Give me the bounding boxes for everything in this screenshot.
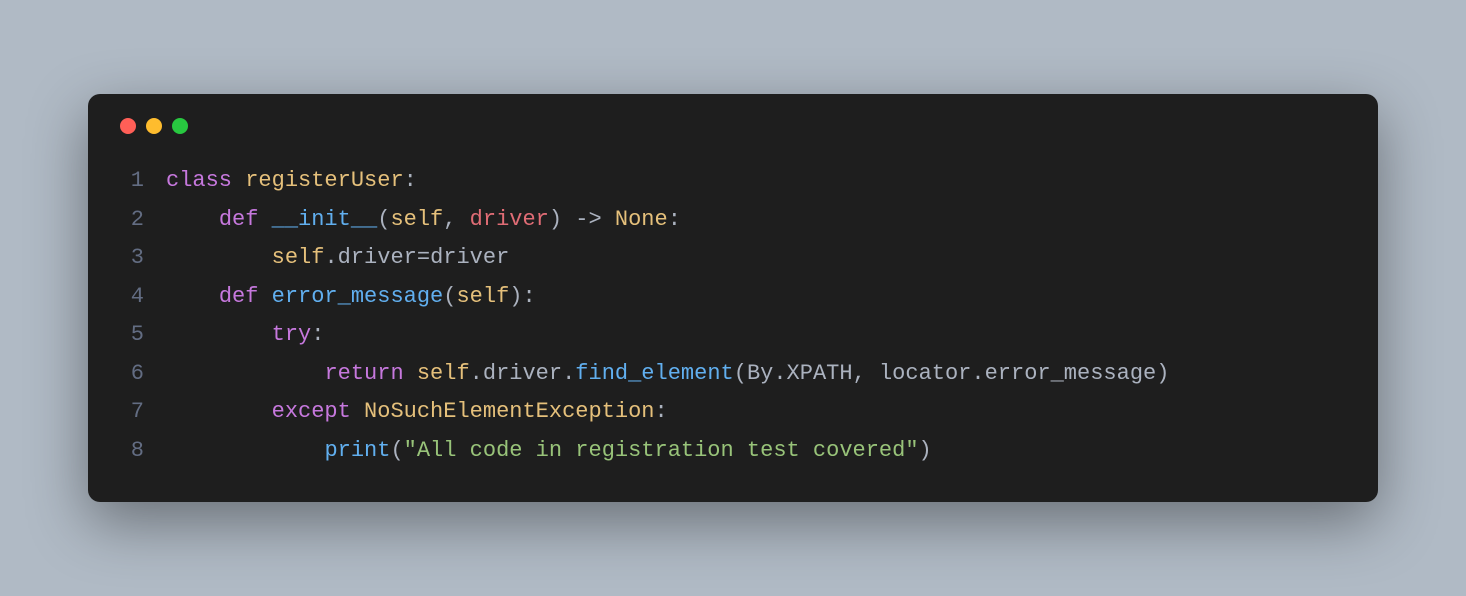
line-number: 4 — [116, 278, 144, 317]
line-number: 3 — [116, 239, 144, 278]
keyword: def — [219, 278, 259, 317]
code-line: 4 def error_message(self): — [116, 278, 1350, 317]
line-number: 5 — [116, 316, 144, 355]
code-line: 7 except NoSuchElementException: — [116, 393, 1350, 432]
traffic-lights — [116, 118, 1350, 134]
line-number: 6 — [116, 355, 144, 394]
code-window: 1 class registerUser: 2 def __init__(sel… — [88, 94, 1378, 502]
function-name: error_message — [272, 278, 444, 317]
line-number: 8 — [116, 432, 144, 471]
minimize-icon[interactable] — [146, 118, 162, 134]
code-line: 6 return self.driver.find_element(By.XPA… — [116, 355, 1350, 394]
code-line: 8 print("All code in registration test c… — [116, 432, 1350, 471]
maximize-icon[interactable] — [172, 118, 188, 134]
code-line: 1 class registerUser: — [116, 162, 1350, 201]
class-name: registerUser — [245, 162, 403, 201]
keyword: def — [219, 201, 259, 240]
line-number: 7 — [116, 393, 144, 432]
keyword: class — [166, 162, 232, 201]
function-name: __init__ — [272, 201, 378, 240]
keyword: try — [272, 316, 312, 355]
code-line: 3 self.driver=driver — [116, 239, 1350, 278]
code-line: 5 try: — [116, 316, 1350, 355]
code-block: 1 class registerUser: 2 def __init__(sel… — [116, 162, 1350, 470]
line-number: 2 — [116, 201, 144, 240]
close-icon[interactable] — [120, 118, 136, 134]
keyword: except — [272, 393, 351, 432]
string-literal: "All code in registration test covered" — [404, 432, 919, 471]
code-line: 2 def __init__(self, driver) -> None: — [116, 201, 1350, 240]
keyword: return — [324, 355, 403, 394]
line-number: 1 — [116, 162, 144, 201]
